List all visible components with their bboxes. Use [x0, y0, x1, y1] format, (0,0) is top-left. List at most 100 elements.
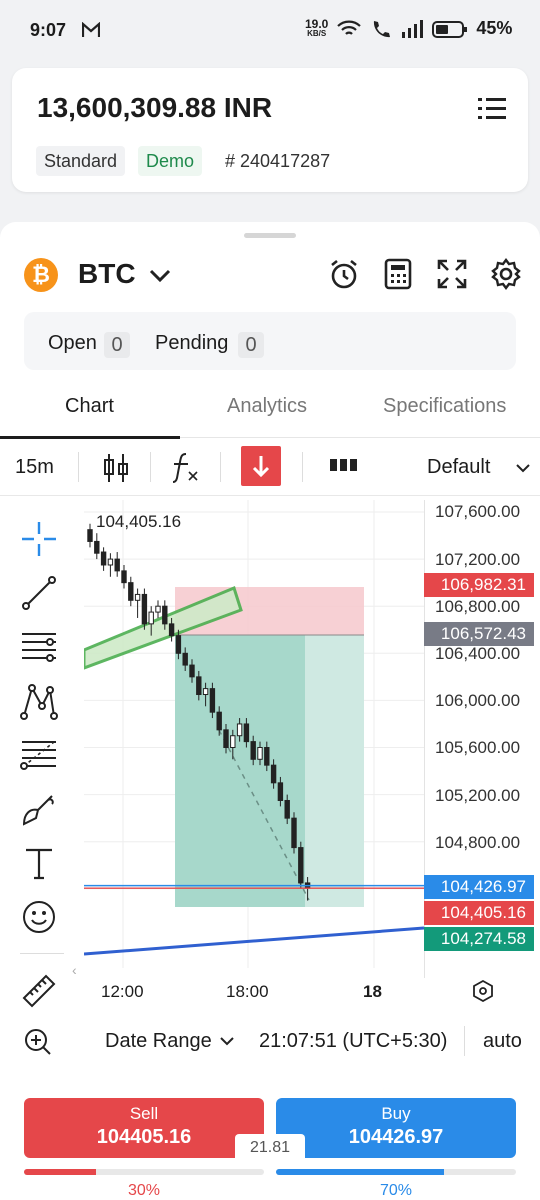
- y-tick: 106,400.00: [435, 644, 521, 663]
- date-range-chevron-icon[interactable]: [220, 1037, 234, 1047]
- alarm-icon[interactable]: [328, 258, 360, 290]
- text-icon[interactable]: [20, 844, 58, 882]
- calculator-icon[interactable]: [382, 258, 414, 290]
- mail-icon: [82, 22, 100, 37]
- candle-body: [270, 764, 277, 784]
- tab-analytics[interactable]: Analytics: [227, 395, 307, 418]
- battery-level: 45%: [476, 18, 513, 38]
- tp-price-label: 106,982.31: [424, 573, 534, 597]
- tab-chart[interactable]: Chart: [65, 395, 114, 418]
- trendline-drawing: [84, 926, 424, 956]
- timeframe-selector[interactable]: 15m: [15, 456, 54, 479]
- horizontal-lines-icon[interactable]: [20, 628, 58, 666]
- layout-selector[interactable]: Default: [427, 456, 490, 479]
- chart-toolbar: 15m Default: [0, 440, 540, 496]
- candle-body: [175, 635, 182, 654]
- ruler-icon[interactable]: [20, 972, 58, 1010]
- status-time: 9:07: [30, 20, 67, 40]
- candle-body: [189, 664, 195, 678]
- magnet-icon[interactable]: [472, 980, 494, 1002]
- y-tick: 106,800.00: [435, 597, 521, 616]
- candle-body: [291, 817, 297, 849]
- candlestick-type-icon[interactable]: [103, 452, 129, 484]
- indicators-icon[interactable]: [172, 452, 198, 484]
- instrument-selector[interactable]: BTC: [78, 258, 171, 290]
- bid-price-label: 104,405.16: [424, 901, 534, 925]
- y-tick: 107,200.00: [435, 550, 521, 569]
- candle-body: [250, 741, 256, 760]
- brush-icon[interactable]: [20, 790, 58, 828]
- wifi-icon: [337, 20, 362, 35]
- candle-body: [264, 747, 270, 766]
- btc-logo-icon: ₿: [24, 258, 58, 292]
- date-range-selector[interactable]: Date Range: [105, 1030, 212, 1053]
- chart-footer: Date Range 21:07:51 (UTC+5:30) auto: [0, 1022, 540, 1062]
- buy-label: Buy: [381, 1104, 411, 1123]
- battery-icon: [432, 20, 468, 38]
- candle-body: [162, 605, 168, 625]
- candle-body: [230, 735, 236, 749]
- candle-body: [141, 593, 148, 625]
- chart-clock: 21:07:51 (UTC+5:30): [259, 1030, 448, 1052]
- candle-body: [128, 582, 134, 601]
- tab-open[interactable]: Open: [48, 332, 97, 355]
- account-balance: 13,600,309.88 INR: [37, 92, 273, 123]
- time-axis[interactable]: 12:00 18:00 18: [84, 978, 540, 1006]
- active-tab-indicator: [0, 436, 180, 439]
- sell-sentiment-bar: [24, 1169, 264, 1175]
- buy-percent: 70%: [379, 1182, 413, 1199]
- pattern-icon[interactable]: [20, 682, 58, 720]
- emoji-icon[interactable]: [20, 898, 58, 936]
- candle-body: [155, 605, 161, 613]
- instrument-symbol: BTC: [78, 258, 136, 289]
- candle-body: [94, 540, 100, 554]
- tab-pending[interactable]: Pending: [155, 332, 228, 355]
- crosshair-icon[interactable]: [20, 520, 58, 558]
- tab-specifications[interactable]: Specifications: [383, 395, 506, 418]
- target-price-label: 104,274.58: [424, 927, 534, 951]
- open-count: 0: [104, 332, 130, 358]
- account-mode-badge: Demo: [138, 146, 203, 176]
- candle-body: [298, 847, 304, 884]
- fullscreen-icon[interactable]: [436, 258, 468, 290]
- candle-body: [100, 551, 107, 566]
- x-tick: 12:00: [101, 982, 144, 1001]
- net-speed: 19.0 KB/S: [305, 16, 329, 38]
- fib-icon[interactable]: [20, 736, 58, 774]
- candle-body: [243, 723, 250, 743]
- candle-body: [87, 529, 93, 542]
- zoom-in-icon[interactable]: [24, 1028, 52, 1056]
- collapse-tools-icon[interactable]: ‹: [72, 962, 77, 978]
- trade-panel: Sell 104405.16 Buy 104426.97 21.81 30% 7…: [0, 1070, 540, 1200]
- signal-icon: [402, 19, 424, 38]
- price-chart[interactable]: 104,405.16: [84, 500, 424, 968]
- candle-body: [236, 723, 243, 737]
- chevron-down-icon: [150, 269, 171, 283]
- settings-icon[interactable]: [490, 258, 522, 290]
- order-direction-icon[interactable]: [241, 446, 281, 486]
- status-bar: 9:07 19.0 KB/S 45%: [0, 0, 540, 62]
- call-icon: [374, 20, 391, 37]
- auto-scale-toggle[interactable]: auto: [483, 1030, 522, 1053]
- layout-chevron-icon[interactable]: [516, 464, 530, 474]
- y-tick: 107,600.00: [435, 502, 521, 521]
- price-axis[interactable]: 107,600.00 107,200.00 106,800.00 106,400…: [424, 500, 540, 968]
- candle-body: [114, 558, 120, 572]
- menu-icon[interactable]: [478, 96, 506, 122]
- account-card[interactable]: 13,600,309.88 INR Standard Demo # 240417…: [12, 68, 528, 192]
- buy-button[interactable]: Buy 104426.97: [276, 1098, 516, 1158]
- y-tick: 106,000.00: [435, 691, 521, 710]
- orders-tabs: Open 0 Pending 0: [24, 312, 516, 370]
- main-tabs: Chart Analytics Specifications: [0, 380, 540, 438]
- sell-button[interactable]: Sell 104405.16: [24, 1098, 264, 1158]
- chart-top-price: 104,405.16: [96, 512, 182, 531]
- candle-body: [202, 688, 209, 696]
- drag-handle[interactable]: [244, 233, 296, 238]
- candle-body: [284, 799, 290, 819]
- candle-body: [257, 747, 263, 760]
- bar-style-icon[interactable]: [330, 459, 358, 473]
- chart-canvas[interactable]: [84, 500, 424, 968]
- pending-count: 0: [238, 332, 264, 358]
- trendline-icon[interactable]: [20, 574, 58, 612]
- candle-body: [182, 652, 188, 666]
